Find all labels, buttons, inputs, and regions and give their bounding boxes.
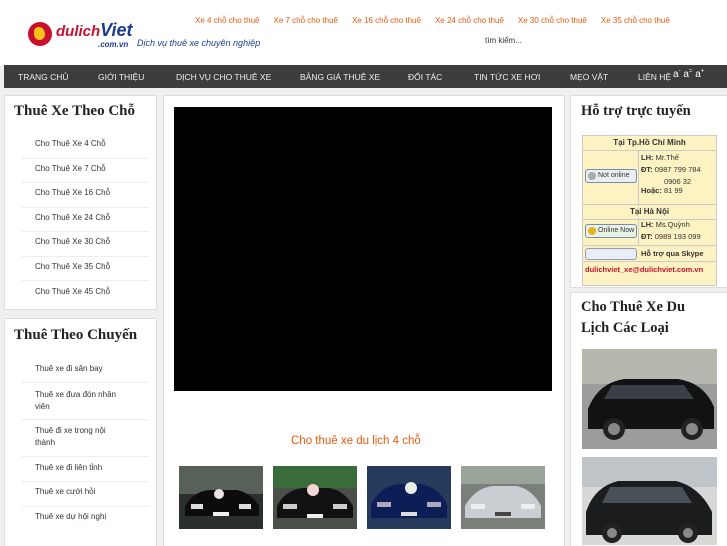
divider <box>638 218 639 246</box>
divider <box>638 150 639 206</box>
status-icon <box>588 172 596 180</box>
logo-icon <box>28 22 52 46</box>
top-link-35[interactable]: Xe 35 chỗ cho thuê <box>601 16 670 25</box>
divider <box>21 231 149 232</box>
section-title: Cho thuê xe du lịch 4 chỗ <box>291 435 421 447</box>
car-thumbnail[interactable] <box>367 466 451 529</box>
seats-menu-title: Thuê Xe Theo Chỗ <box>14 103 135 119</box>
menu-item-wedding[interactable]: Thuê xe cưới hỏi <box>35 487 95 496</box>
top-link-16[interactable]: Xe 16 chỗ cho thuê <box>352 16 421 25</box>
hcm-status-button[interactable]: Not online <box>585 169 637 183</box>
main-nav: TRANG CHỦ GIỚI THIỆU DỊCH VỤ CHO THUÊ XE… <box>4 65 727 88</box>
car-thumbnail[interactable] <box>461 466 545 529</box>
car-thumbnail[interactable] <box>273 466 357 529</box>
nav-about[interactable]: GIỚI THIỆU <box>98 72 144 82</box>
hn-phone: ĐT: 0989 193 099 <box>641 232 701 241</box>
hn-status-button[interactable]: Online Now <box>585 224 637 238</box>
skype-button[interactable] <box>585 248 637 260</box>
car-thumbnail[interactable] <box>179 466 263 529</box>
nav-tips[interactable]: MẸO VẶT <box>570 72 608 82</box>
divider <box>21 256 149 257</box>
nav-partners[interactable]: ĐỐI TÁC <box>408 72 442 82</box>
site-slogan: Dịch vụ thuê xe chuyên nghiệp <box>137 38 261 48</box>
divider <box>21 280 149 281</box>
top-links: Xe 4 chỗ cho thuê Xe 7 chỗ cho thuê Xe 1… <box>195 16 684 25</box>
font-normal-button[interactable]: a= <box>683 69 692 80</box>
trip-menu-title: Thuê Theo Chuyến <box>14 327 138 343</box>
divider <box>21 506 149 507</box>
hn-contact: LH: Ms.Quỳnh <box>641 220 690 229</box>
divider <box>583 261 716 262</box>
video-player[interactable] <box>174 107 552 391</box>
divider <box>21 419 149 420</box>
seats-menu-box: Thuê Xe Theo Chỗ Cho Thuê Xe 4 Chỗ Cho T… <box>4 95 157 310</box>
menu-item-7-seats[interactable]: Cho Thuê Xe 7 Chỗ <box>35 164 106 173</box>
menu-item-intercity[interactable]: Thuê xe đi liên tỉnh <box>35 463 102 472</box>
support-title: Hỗ trợ trực tuyến <box>581 103 691 119</box>
font-small-button[interactable]: a- <box>673 69 681 80</box>
hcm-phone-alt-label: Hoặc: 0906 32 81 99 <box>641 177 692 195</box>
top-link-7[interactable]: Xe 7 chỗ cho thuê <box>274 16 339 25</box>
nav-news[interactable]: TIN TỨC XE HƠI <box>474 72 540 82</box>
divider <box>21 158 149 159</box>
logo-domain: .com.vn <box>98 40 129 49</box>
nav-contact[interactable]: LIÊN HỆ <box>638 72 671 82</box>
hn-title: Tại Hà Nội <box>583 204 716 220</box>
top-link-4[interactable]: Xe 4 chỗ cho thuê <box>195 16 260 25</box>
status-icon <box>588 227 596 235</box>
car-types-title: Cho Thuê Xe Du Lịch Các Loại <box>581 299 686 336</box>
logo-text: dulichViet <box>56 20 133 40</box>
divider <box>21 207 149 208</box>
hcm-phone: ĐT: 0987 799 784 <box>641 165 701 174</box>
skype-label: Hỗ trợ qua Skype <box>641 249 704 258</box>
search-input[interactable]: tìm kiếm... <box>485 36 522 45</box>
hcm-contact: LH: Mr.Thế <box>641 153 679 162</box>
top-link-24[interactable]: Xe 24 chỗ cho thuê <box>435 16 504 25</box>
divider <box>583 245 716 246</box>
hcm-title: Tại Tp.Hồ Chí Minh <box>583 136 716 151</box>
divider <box>21 182 149 183</box>
menu-item-35-seats[interactable]: Cho Thuê Xe 35 Chỗ <box>35 262 110 271</box>
font-size-controls[interactable]: a- a= a+ <box>673 69 704 80</box>
menu-item-city[interactable]: Thuê đi xe trong nội thành <box>35 425 120 449</box>
divider <box>21 456 149 457</box>
menu-item-4-seats[interactable]: Cho Thuê Xe 4 Chỗ <box>35 139 106 148</box>
nav-services[interactable]: DỊCH VỤ CHO THUÊ XE <box>176 72 271 82</box>
logo[interactable]: dulichViet .com.vn <box>28 18 138 56</box>
menu-item-conference[interactable]: Thuê xe dự hội nghị <box>35 512 106 521</box>
car-photo[interactable] <box>582 457 717 545</box>
divider <box>21 382 149 383</box>
nav-pricing[interactable]: BẢNG GIÁ THUÊ XE <box>300 72 380 82</box>
menu-item-16-seats[interactable]: Cho Thuê Xe 16 Chỗ <box>35 188 110 197</box>
car-photo[interactable] <box>582 349 717 449</box>
top-link-30[interactable]: Xe 30 chỗ cho thuê <box>518 16 587 25</box>
font-large-button[interactable]: a+ <box>695 69 704 80</box>
support-email[interactable]: dulichviet_xe@dulichviet.com.vn <box>585 265 703 274</box>
header: dulichViet .com.vn Dịch vụ thuê xe chuyê… <box>0 0 727 65</box>
menu-item-employee-shuttle[interactable]: Thuê xe đưa đón nhân viên <box>35 389 130 413</box>
menu-item-30-seats[interactable]: Cho Thuê Xe 30 Chỗ <box>35 237 110 246</box>
menu-item-24-seats[interactable]: Cho Thuê Xe 24 Chỗ <box>35 213 110 222</box>
trip-menu-box: Thuê Theo Chuyến Thuê xe đi sân bay Thuê… <box>4 318 157 546</box>
nav-home[interactable]: TRANG CHỦ <box>18 72 69 82</box>
menu-item-airport[interactable]: Thuê xe đi sân bay <box>35 364 103 373</box>
divider <box>21 481 149 482</box>
menu-item-45-seats[interactable]: Cho Thuê Xe 45 Chỗ <box>35 287 110 296</box>
support-table: Tại Tp.Hồ Chí Minh Not online LH: Mr.Thế… <box>582 135 717 286</box>
